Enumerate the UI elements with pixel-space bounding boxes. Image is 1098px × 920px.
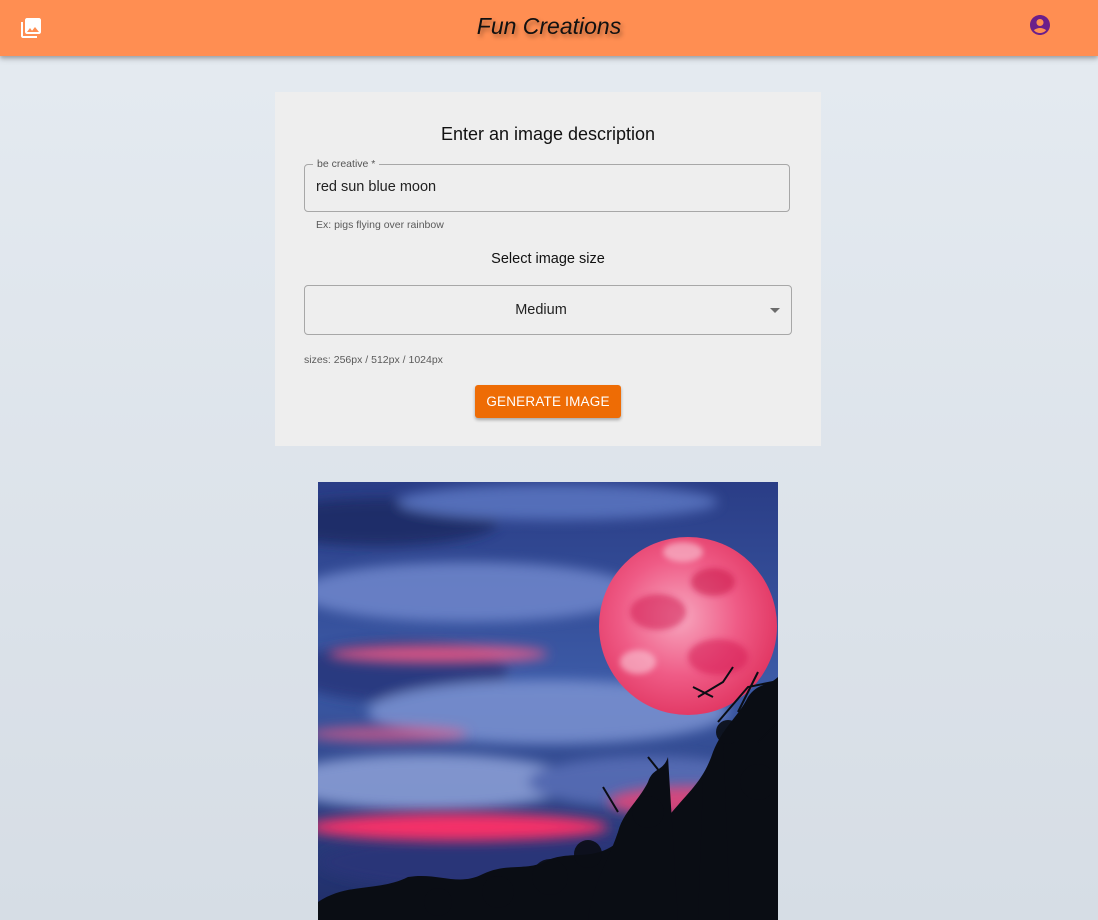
account-circle-icon[interactable] (1028, 13, 1052, 37)
description-helper-text: Ex: pigs flying over rainbow (316, 219, 444, 231)
image-size-select[interactable]: Medium (304, 285, 792, 335)
generate-image-button[interactable]: GENERATE IMAGE (475, 385, 621, 418)
size-label: Select image size (491, 251, 605, 267)
app-title: Fun Creations (476, 13, 622, 39)
description-field-label: be creative * (313, 157, 380, 171)
generated-image (318, 482, 778, 920)
arrow-drop-down-icon (770, 308, 780, 313)
image-size-value: Medium (515, 302, 567, 318)
image-request-form: Enter an image description be creative *… (275, 92, 821, 446)
app-bar: Fun Creations (0, 0, 1098, 56)
form-heading: Enter an image description (440, 124, 656, 144)
sizes-hint: sizes: 256px / 512px / 1024px (304, 354, 443, 366)
description-input[interactable] (316, 179, 776, 195)
description-field[interactable]: be creative * (304, 157, 790, 212)
